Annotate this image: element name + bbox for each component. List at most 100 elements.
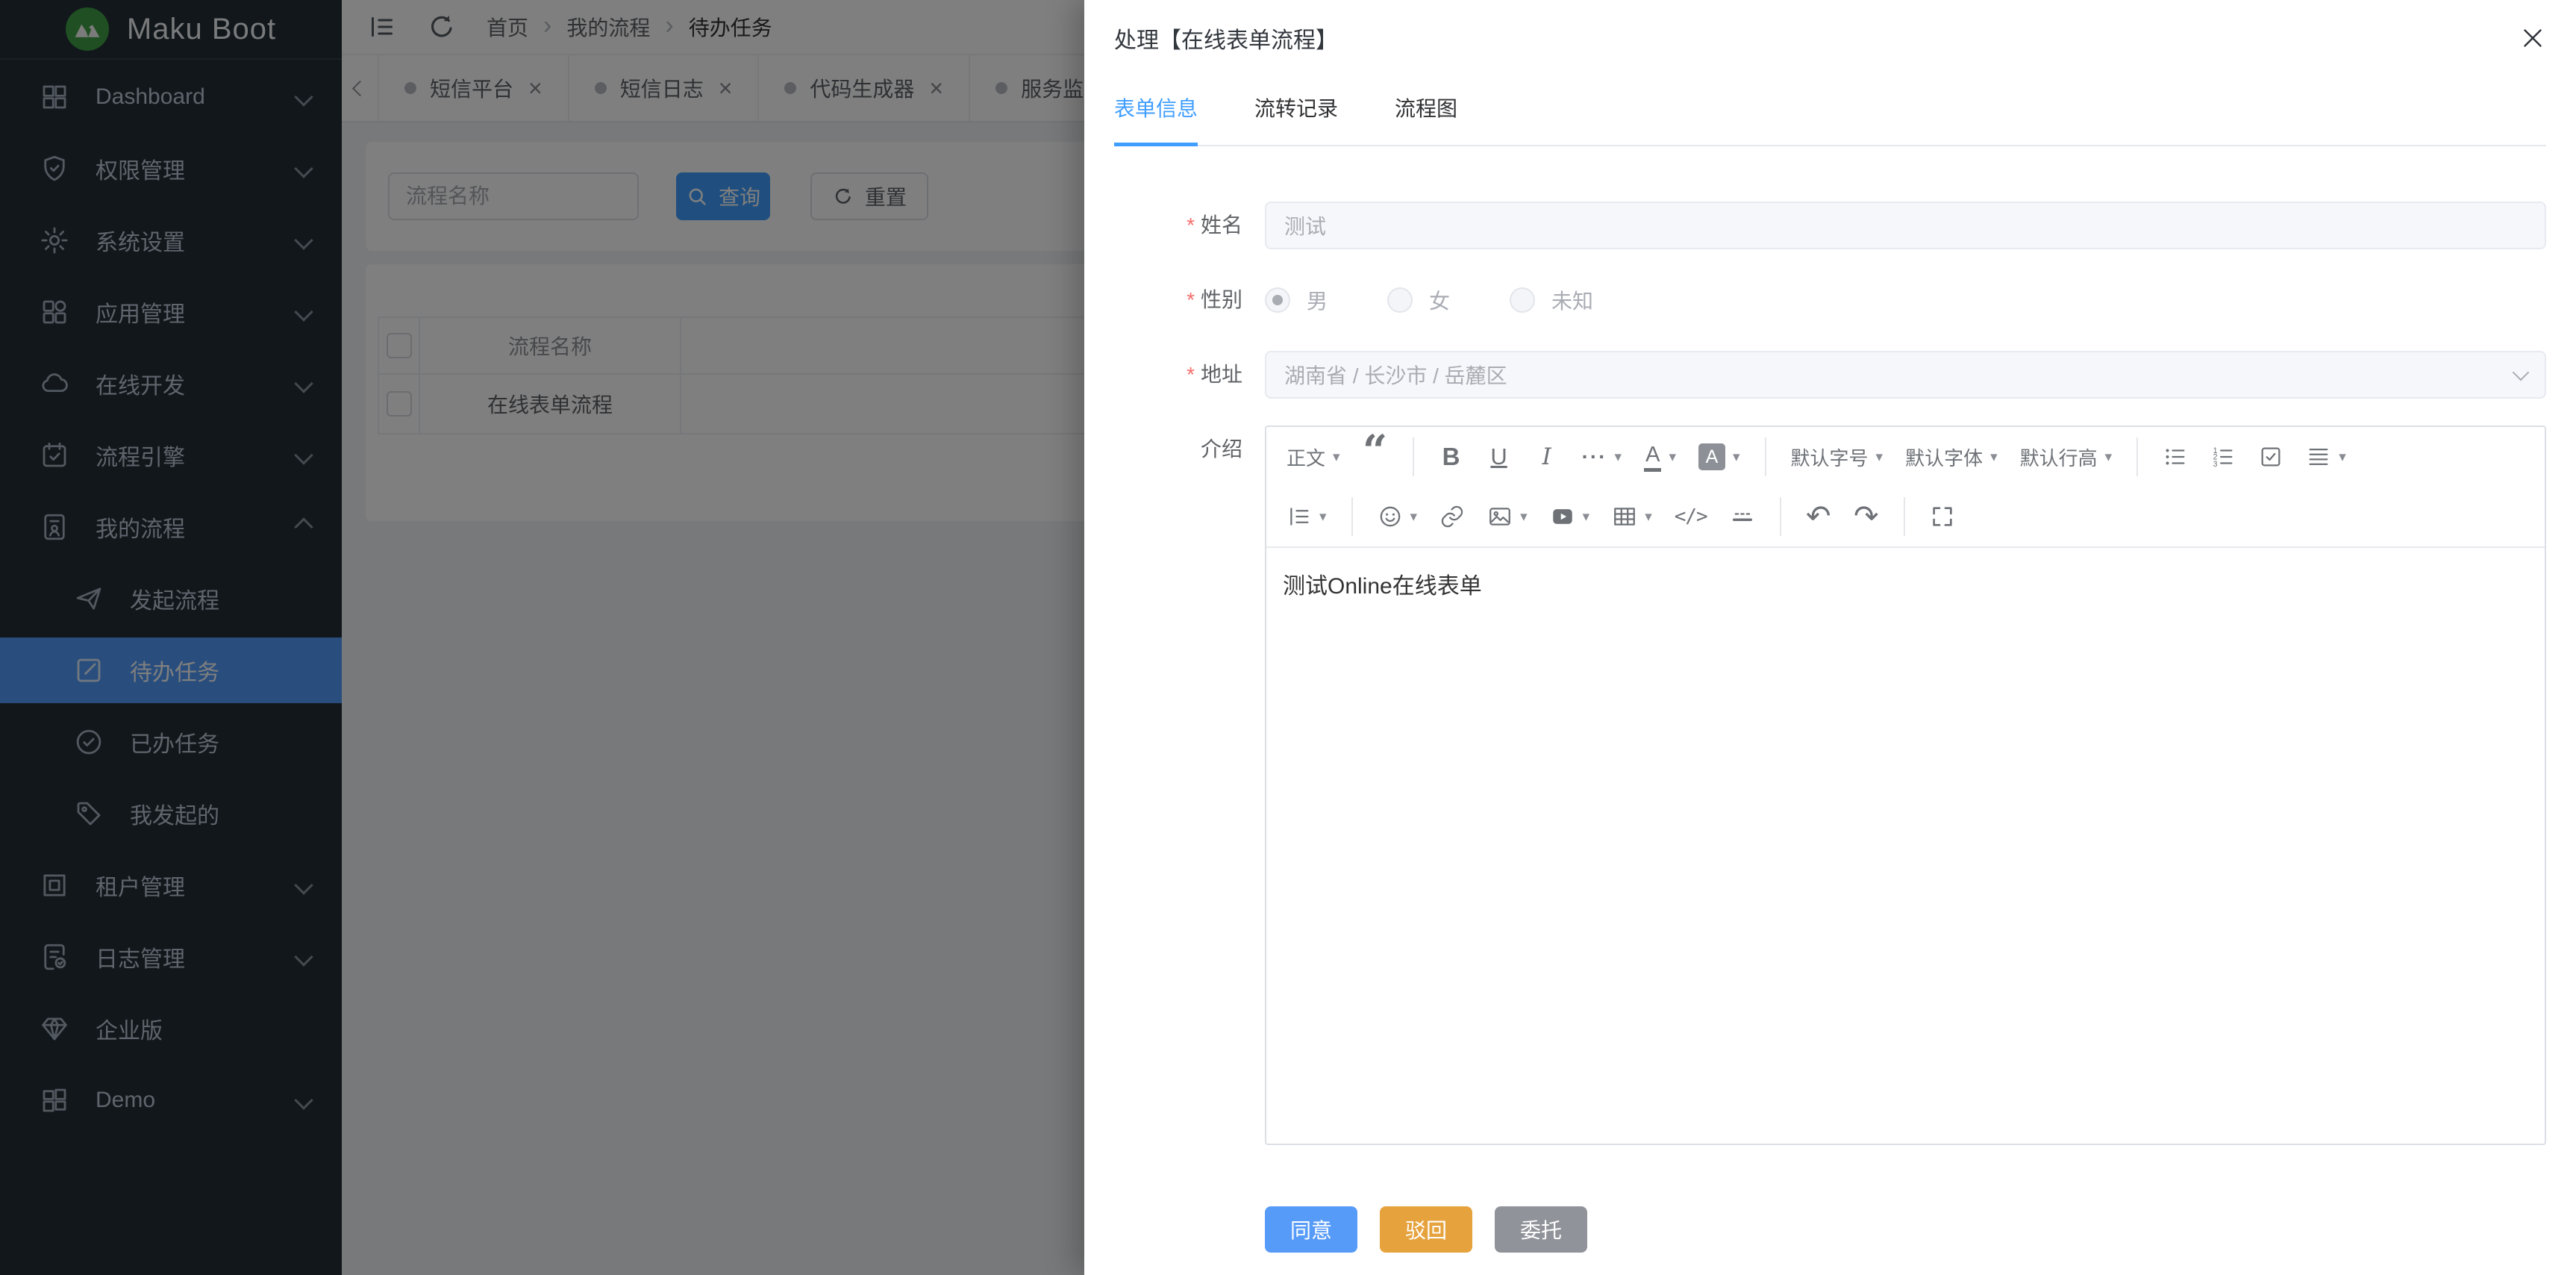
toolbar-paragraph-button[interactable]: 正文 ▾	[1278, 434, 1349, 479]
toolbar-button-label: 默认行高	[2020, 443, 2098, 471]
bullet-list-icon	[2163, 444, 2188, 470]
code-icon: </>	[1675, 505, 1707, 528]
drawer-actions: 同意驳回委托	[1265, 1206, 2546, 1253]
caret-down-icon: ▾	[2105, 450, 2113, 464]
address-select[interactable]: 湖南省 / 长沙市 / 岳麓区	[1265, 351, 2546, 399]
caret-down-icon: ▾	[1319, 510, 1327, 524]
toolbar-table-button[interactable]: ▾	[1603, 494, 1661, 539]
caret-down-icon: ▾	[1333, 450, 1340, 464]
toolbar-font-color-button[interactable]: A▾	[1635, 434, 1685, 479]
editor-toolbar: 正文▾“BUI···▾A▾A▾默认字号▾默认字体▾默认行高▾123▾ ▾▾▾▾▾…	[1266, 427, 2545, 548]
action-button-驳回[interactable]: 驳回	[1380, 1206, 1472, 1253]
action-button-同意[interactable]: 同意	[1265, 1206, 1357, 1253]
required-asterisk: *	[1187, 288, 1195, 311]
italic-icon: I	[1542, 443, 1551, 470]
toolbar-font-family-button[interactable]: 默认字体▾	[1896, 434, 2007, 479]
drawer-body: *姓名 测试 *性别 男女未知 *地址	[1084, 202, 2576, 1253]
editor-toolbar-row-1: 正文▾“BUI···▾A▾A▾默认字号▾默认字体▾默认行高▾123▾	[1275, 427, 2536, 487]
form-row-gender: *性别 男女未知	[1114, 276, 2546, 324]
toolbar-indent-button[interactable]: ▾	[1278, 494, 1336, 539]
bold-icon: B	[1442, 443, 1460, 471]
editor-text: 测试Online在线表单	[1283, 574, 1482, 599]
gender-radio-女[interactable]: 女	[1387, 285, 1450, 315]
toolbar-more-button[interactable]: ··· ▾	[1573, 434, 1631, 479]
todo-list-icon	[2258, 444, 2283, 470]
radio-label: 女	[1429, 285, 1450, 315]
toolbar-undo-button[interactable]: ↶	[1797, 494, 1840, 539]
toolbar-divider	[1780, 497, 1781, 536]
undo-icon: ↶	[1806, 502, 1831, 531]
toolbar-code-button[interactable]: </>	[1666, 494, 1716, 539]
font-color-icon: A	[1644, 443, 1661, 472]
more-styles-icon: ···	[1582, 445, 1607, 469]
toolbar-fullscreen-button[interactable]	[1921, 494, 1964, 539]
indent-icon	[1287, 504, 1312, 529]
underline-icon: U	[1490, 443, 1507, 470]
caret-down-icon: ▾	[2339, 450, 2346, 464]
caret-down-icon: ▾	[1669, 450, 1676, 464]
editor-toolbar-row-2: ▾ ▾ ▾ ▾ ▾ </> ↶ ↷	[1275, 487, 2536, 546]
toolbar-bg-color-button[interactable]: A▾	[1689, 434, 1749, 479]
chevron-down-icon	[2513, 364, 2530, 381]
drawer-tab-表单信息[interactable]: 表单信息	[1114, 94, 1198, 145]
svg-text:3: 3	[2213, 460, 2218, 469]
required-asterisk: *	[1187, 213, 1195, 237]
toolbar-bullet-list-button[interactable]	[2154, 434, 2197, 479]
toolbar-divider	[1904, 497, 1905, 536]
toolbar-redo-button[interactable]: ↷	[1845, 494, 1888, 539]
address-select-value: 湖南省 / 长沙市 / 岳麓区	[1284, 360, 1507, 390]
toolbar-line-height-button[interactable]: 默认行高 ▾	[2011, 434, 2122, 479]
required-asterisk: *	[1187, 363, 1195, 386]
drawer-tab-流程图[interactable]: 流程图	[1395, 94, 1457, 145]
gender-radio-男[interactable]: 男	[1265, 285, 1328, 315]
toolbar-link-button[interactable]	[1431, 494, 1474, 539]
toolbar-italic-button[interactable]: I	[1525, 434, 1569, 479]
toolbar-todo-list-button[interactable]	[2249, 434, 2292, 479]
process-drawer: 处理【在线表单流程】 表单信息流转记录流程图 *姓名 测试 *性别	[1084, 0, 2576, 1275]
action-button-委托[interactable]: 委托	[1495, 1206, 1587, 1253]
fullscreen-icon	[1930, 504, 1955, 529]
drawer-tabs: 表单信息 流转记录 流程图	[1114, 94, 2546, 146]
justify-icon	[2306, 444, 2331, 470]
toolbar-divider-line-button[interactable]	[1721, 494, 1764, 539]
drawer-tab-流转记录[interactable]: 流转记录	[1254, 94, 1338, 145]
toolbar-underline-button[interactable]: U	[1478, 434, 1521, 479]
toolbar-emoji-button[interactable]: ▾	[1369, 494, 1427, 539]
radio-label: 未知	[1551, 285, 1593, 315]
toolbar-font-size-button[interactable]: 默认字号 ▾	[1782, 434, 1892, 479]
toolbar-quote-button[interactable]: “	[1354, 434, 1397, 479]
toolbar-justify-button[interactable]: ▾	[2297, 434, 2355, 479]
redo-icon: ↷	[1854, 502, 1879, 531]
caret-down-icon: ▾	[1733, 450, 1740, 464]
form-row-address: *地址 湖南省 / 长沙市 / 岳麓区	[1114, 351, 2546, 399]
toolbar-divider	[2136, 437, 2138, 476]
toolbar-button-label: 默认字号	[1791, 443, 1869, 471]
rich-text-editor: 正文▾“BUI···▾A▾A▾默认字号▾默认字体▾默认行高▾123▾ ▾▾▾▾▾…	[1265, 425, 2546, 1145]
numbered-list-icon: 123	[2210, 444, 2236, 470]
close-icon[interactable]	[2519, 25, 2546, 52]
toolbar-video-button[interactable]: ▾	[1541, 494, 1599, 539]
toolbar-divider	[1765, 437, 1766, 476]
caret-down-icon: ▾	[1645, 510, 1652, 524]
caret-down-icon: ▾	[1990, 450, 1998, 464]
editor-content[interactable]: 测试Online在线表单	[1266, 548, 2545, 1144]
table-icon	[1612, 504, 1637, 529]
toolbar-image-button[interactable]: ▾	[1478, 494, 1536, 539]
emoji-icon	[1378, 504, 1403, 529]
form-row-intro: 介绍 正文▾“BUI···▾A▾A▾默认字号▾默认字体▾默认行高▾123▾ ▾▾…	[1114, 425, 2546, 1145]
gender-radio-未知[interactable]: 未知	[1510, 285, 1593, 315]
drawer-title: 处理【在线表单流程】	[1114, 22, 1338, 54]
toolbar-button-label: 正文	[1287, 443, 1325, 471]
caret-down-icon: ▾	[1615, 450, 1622, 464]
toolbar-bold-button[interactable]: B	[1430, 434, 1473, 479]
name-field[interactable]: 测试	[1265, 202, 2546, 249]
radio-circle-icon	[1265, 287, 1290, 313]
caret-down-icon: ▾	[1520, 510, 1528, 524]
toolbar-numbered-list-button[interactable]: 123	[2201, 434, 2245, 479]
name-label: *姓名	[1114, 202, 1242, 249]
toolbar-divider	[1351, 497, 1353, 536]
app-root: Maku Boot Dashboard权限管理系统设置应用管理在线开发流程引擎我…	[0, 0, 2576, 1275]
radio-circle-icon	[1387, 287, 1413, 313]
caret-down-icon: ▾	[1876, 450, 1883, 464]
radio-label: 男	[1307, 285, 1328, 315]
